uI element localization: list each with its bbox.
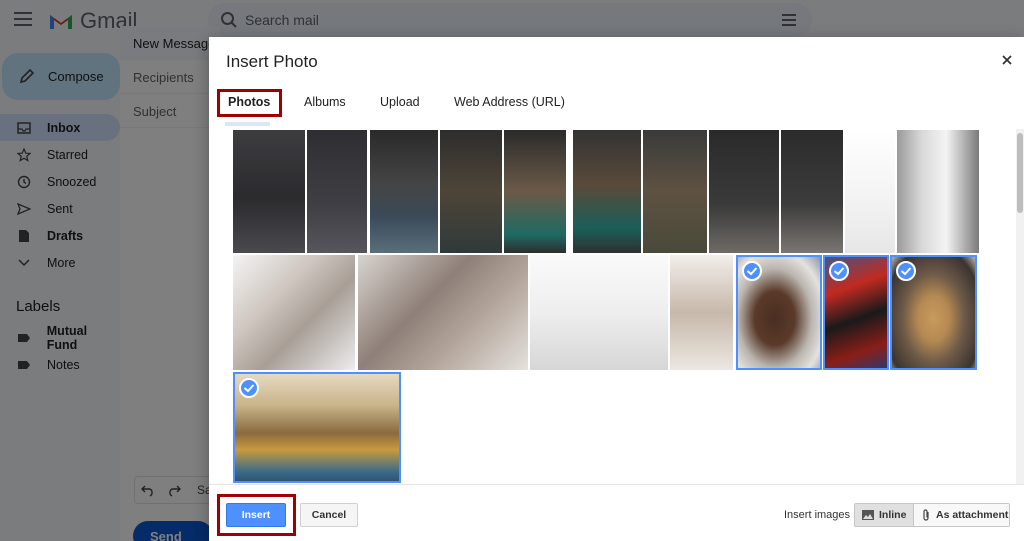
photo-thumbnail[interactable]: [643, 130, 707, 253]
photo-thumbnail-chocolate-cake[interactable]: [736, 255, 822, 370]
tab-albums[interactable]: Albums: [304, 95, 346, 109]
check-icon: [829, 261, 849, 281]
photo-thumbnail[interactable]: [440, 130, 502, 253]
attachment-toggle[interactable]: As attachment: [914, 503, 1010, 527]
photo-thumbnail[interactable]: [897, 130, 979, 253]
photo-thumbnail[interactable]: [233, 130, 305, 253]
image-icon: [862, 510, 874, 520]
inline-label: Inline: [879, 509, 907, 521]
photo-thumbnail[interactable]: [845, 130, 895, 253]
dialog-footer: Insert Cancel Insert images Inline As at…: [209, 484, 1024, 541]
cancel-button[interactable]: Cancel: [300, 503, 358, 527]
dialog-tabs: Photos Albums Upload Web Address (URL): [209, 89, 1024, 119]
check-icon: [742, 261, 762, 281]
check-icon: [239, 378, 259, 398]
inline-toggle[interactable]: Inline: [854, 503, 914, 527]
photo-thumbnail-banquet-hall[interactable]: [233, 372, 401, 483]
tab-highlight-box: [217, 89, 282, 117]
insert-images-label: Insert images: [784, 509, 851, 521]
photo-thumbnail[interactable]: [233, 255, 355, 370]
photo-thumbnail[interactable]: [573, 130, 641, 253]
tab-web-address[interactable]: Web Address (URL): [454, 95, 565, 109]
photo-thumbnail[interactable]: [709, 130, 779, 253]
photo-thumbnail-chips-packet[interactable]: [823, 255, 889, 370]
photo-thumbnail[interactable]: [358, 255, 528, 370]
scrollbar-thumb[interactable]: [1017, 133, 1023, 213]
photo-thumbnail[interactable]: [670, 255, 733, 370]
insert-highlight-box: [217, 494, 296, 536]
tab-underline: [225, 122, 270, 126]
check-icon: [896, 261, 916, 281]
photo-thumbnail[interactable]: [504, 130, 566, 253]
close-icon[interactable]: [1000, 53, 1014, 67]
insert-photo-dialog: Insert Photo Photos Albums Upload Web Ad…: [209, 37, 1024, 541]
photo-thumbnail[interactable]: [370, 130, 438, 253]
tab-upload[interactable]: Upload: [380, 95, 420, 109]
photo-thumbnail-dog[interactable]: [890, 255, 977, 370]
photo-thumbnail[interactable]: [530, 255, 668, 370]
dialog-title: Insert Photo: [226, 52, 318, 71]
attachment-label: As attachment: [936, 509, 1009, 521]
paperclip-icon: [923, 508, 929, 521]
photo-thumbnail[interactable]: [307, 130, 367, 253]
photo-thumbnail[interactable]: [781, 130, 843, 253]
